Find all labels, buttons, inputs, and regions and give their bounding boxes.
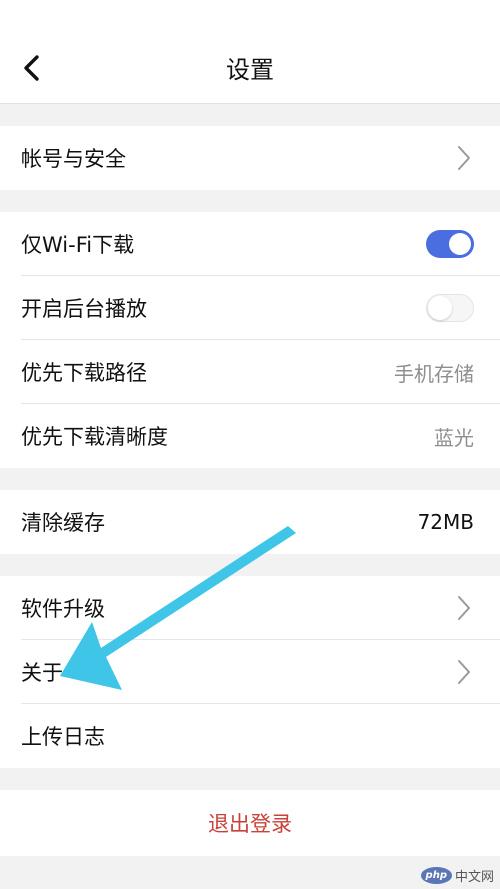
upload-log-row[interactable]: 上传日志 [0, 704, 500, 768]
cache-group: 清除缓存 72MB [0, 490, 500, 554]
account-security-row[interactable]: 帐号与安全 [0, 126, 500, 190]
clear-cache-label: 清除缓存 [21, 511, 105, 535]
account-group: 帐号与安全 [0, 126, 500, 190]
wifi-only-download-toggle[interactable] [426, 230, 474, 258]
watermark-logo: php 中文网 [420, 866, 494, 885]
download-path-row[interactable]: 优先下载路径 手机存储 [0, 340, 500, 404]
software-upgrade-row[interactable]: 软件升级 [0, 576, 500, 640]
cache-size-value: 72MB [417, 510, 474, 534]
watermark-site: 中文网 [454, 870, 494, 885]
background-play-row: 开启后台播放 [0, 276, 500, 340]
download-path-value: 手机存储 [394, 361, 474, 386]
download-quality-label: 优先下载清晰度 [21, 425, 168, 449]
wifi-only-download-row: 仅Wi-Fi下载 [0, 212, 500, 276]
account-security-label: 帐号与安全 [21, 147, 126, 171]
upload-log-label: 上传日志 [21, 725, 105, 749]
clear-cache-row[interactable]: 清除缓存 72MB [0, 490, 500, 554]
logout-button[interactable]: 退出登录 [0, 790, 500, 856]
about-row[interactable]: 关于 [0, 640, 500, 704]
wifi-only-download-label: 仅Wi-Fi下载 [21, 233, 135, 257]
background-play-label: 开启后台播放 [21, 297, 147, 321]
title-bar: 设置 [0, 0, 500, 104]
about-label: 关于 [21, 661, 63, 685]
toggle-knob [428, 296, 452, 320]
page-title: 设置 [226, 56, 274, 84]
download-path-label: 优先下载路径 [21, 361, 147, 385]
background-play-toggle[interactable] [426, 294, 474, 322]
download-group: 仅Wi-Fi下载 开启后台播放 优先下载路径 手机存储 优先下载清晰度 蓝光 [0, 212, 500, 468]
download-quality-row[interactable]: 优先下载清晰度 蓝光 [0, 404, 500, 468]
chevron-right-icon [454, 595, 474, 621]
toggle-knob [449, 233, 471, 255]
chevron-right-icon [454, 145, 474, 171]
software-upgrade-label: 软件升级 [21, 597, 105, 621]
php-badge: php [420, 867, 452, 884]
chevron-right-icon [454, 659, 474, 685]
about-group: 软件升级 关于 上传日志 [0, 576, 500, 768]
download-quality-value: 蓝光 [434, 425, 474, 450]
